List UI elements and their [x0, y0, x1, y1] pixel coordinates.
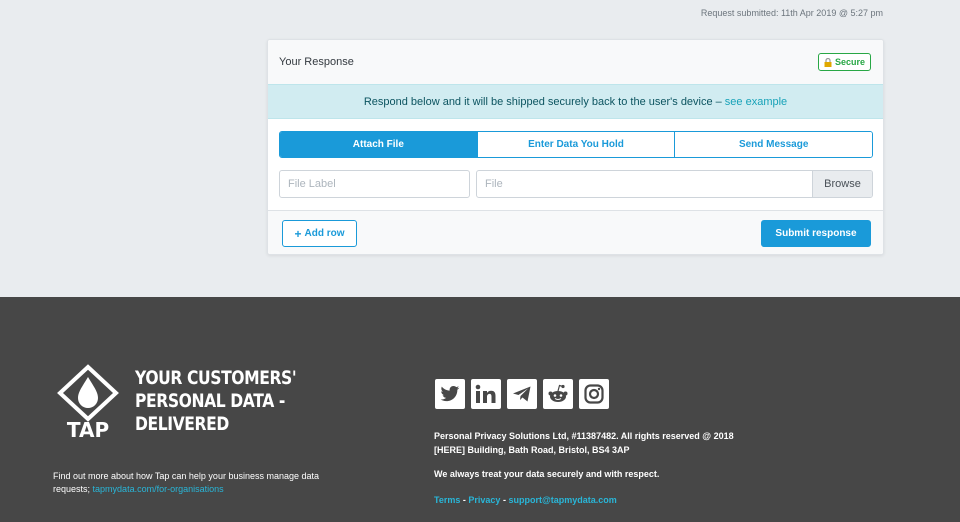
card-header: Your Response Secure: [268, 40, 883, 84]
card-title: Your Response: [279, 56, 354, 68]
response-card: Your Response Secure Respond below and i…: [267, 39, 884, 255]
response-type-tabs: Attach File Enter Data You Hold Send Mes…: [279, 131, 873, 158]
twitter-icon[interactable]: [435, 379, 465, 409]
social-links: [435, 379, 609, 409]
tab-attach-file[interactable]: Attach File: [280, 132, 477, 157]
separator-1: -: [462, 495, 466, 505]
footer-links: Terms - Privacy - support@tapmydata.com: [434, 495, 617, 505]
company-line-2: [HERE] Building, Bath Road, Bristol, BS4…: [434, 445, 630, 455]
page-content: Request submitted: 11th Apr 2019 @ 5:27 …: [0, 0, 960, 297]
file-label-input[interactable]: File Label: [279, 170, 470, 198]
company-line-1: Personal Privacy Solutions Ltd, #1138748…: [434, 431, 734, 441]
tab-send-message[interactable]: Send Message: [674, 132, 872, 157]
browse-button[interactable]: Browse: [812, 171, 872, 197]
reddit-icon[interactable]: [543, 379, 573, 409]
tagline-line-3: DELIVERED: [135, 413, 229, 435]
lock-icon: [824, 58, 832, 67]
info-banner: Respond below and it will be shipped sec…: [268, 84, 883, 119]
card-footer: + Add row Submit response: [268, 210, 883, 254]
logo-text: TAP: [67, 418, 109, 439]
file-input-group: File Browse: [476, 170, 873, 198]
file-row: File Label File Browse: [279, 170, 873, 198]
secure-badge-label: Secure: [834, 57, 865, 67]
telegram-icon[interactable]: [507, 379, 537, 409]
add-row-label: Add row: [304, 228, 345, 239]
tagline-line-1: YOUR CUSTOMERS': [135, 367, 297, 389]
terms-link[interactable]: Terms: [434, 495, 460, 505]
support-email-link[interactable]: support@tapmydata.com: [508, 495, 616, 505]
find-out-more-text: Find out more about how Tap can help you…: [53, 470, 333, 496]
separator-2: -: [502, 495, 506, 505]
see-example-link[interactable]: see example: [725, 96, 787, 108]
linkedin-icon[interactable]: [471, 379, 501, 409]
plus-icon: +: [294, 226, 302, 241]
add-row-button[interactable]: + Add row: [282, 220, 357, 247]
request-submitted-timestamp: Request submitted: 11th Apr 2019 @ 5:27 …: [700, 8, 883, 18]
banner-text: Respond below and it will be shipped sec…: [363, 95, 722, 108]
tap-logo[interactable]: TAP: [52, 363, 124, 442]
for-organisations-link[interactable]: tapmydata.com/for-organisations: [93, 484, 224, 494]
footer-tagline: YOUR CUSTOMERS' PERSONAL DATA - DELIVERE…: [135, 367, 299, 436]
data-respect-statement: We always treat your data securely and w…: [434, 469, 660, 479]
site-footer: TAP YOUR CUSTOMERS' PERSONAL DATA - DELI…: [0, 297, 960, 522]
secure-badge: Secure: [817, 53, 871, 71]
submit-response-button[interactable]: Submit response: [761, 220, 871, 247]
privacy-link[interactable]: Privacy: [468, 495, 500, 505]
instagram-icon[interactable]: [579, 379, 609, 409]
file-input[interactable]: File: [477, 171, 812, 197]
tab-enter-data[interactable]: Enter Data You Hold: [476, 132, 675, 157]
company-info: Personal Privacy Solutions Ltd, #1138748…: [434, 429, 734, 457]
tagline-line-2: PERSONAL DATA -: [135, 390, 285, 412]
